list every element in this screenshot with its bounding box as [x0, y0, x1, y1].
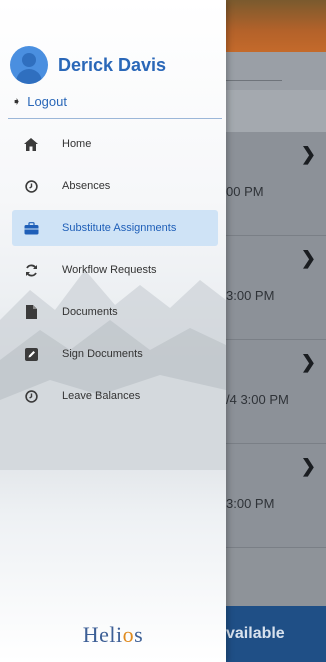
- menu-item-substitute-assignments[interactable]: Substitute Assignments: [12, 210, 218, 246]
- briefcase-icon: [22, 219, 40, 237]
- available-button: vailable: [226, 606, 326, 662]
- sign-out-icon: ➧: [12, 96, 22, 108]
- menu-item-workflow-requests[interactable]: Workflow Requests: [12, 252, 218, 288]
- assignment-card: /4 3:00 PM ❯: [226, 340, 326, 444]
- chevron-right-icon: ❯: [300, 456, 316, 476]
- menu-item-label: Sign Documents: [62, 348, 143, 360]
- edit-icon: [22, 345, 40, 363]
- assignment-time: 00 PM: [226, 184, 264, 199]
- clock-icon: [22, 177, 40, 195]
- user-profile: Derick Davis: [10, 44, 166, 86]
- menu-item-leave-balances[interactable]: Leave Balances: [12, 378, 218, 414]
- logout-link[interactable]: ➧ Logout: [12, 94, 67, 109]
- menu-item-label: Documents: [62, 306, 118, 318]
- menu-item-documents[interactable]: Documents: [12, 294, 218, 330]
- divider: [8, 118, 222, 119]
- assignment-time: /4 3:00 PM: [226, 392, 289, 407]
- background-section-header: [226, 90, 326, 132]
- menu-item-label: Substitute Assignments: [62, 222, 177, 234]
- drawer-menu: Home Absences Substitute Assignments Wor…: [0, 126, 226, 420]
- menu-item-label: Workflow Requests: [62, 264, 157, 276]
- refresh-icon: [22, 261, 40, 279]
- available-button-label: vailable: [226, 625, 285, 642]
- document-icon: [22, 303, 40, 321]
- menu-item-absences[interactable]: Absences: [12, 168, 218, 204]
- logout-label: Logout: [27, 94, 67, 109]
- menu-item-sign-documents[interactable]: Sign Documents: [12, 336, 218, 372]
- assignment-card: 00 PM ❯: [226, 132, 326, 236]
- home-icon: [22, 135, 40, 153]
- navigation-drawer: Derick Davis ➧ Logout Home Absences Subs…: [0, 0, 226, 662]
- avatar-icon: [10, 46, 48, 84]
- assignment-time: 3:00 PM: [226, 288, 275, 303]
- menu-item-label: Home: [62, 138, 92, 150]
- assignment-card: 3:00 PM ❯: [226, 444, 326, 548]
- background-search-field: [226, 52, 326, 91]
- assignment-time: 3:00 PM: [226, 496, 275, 511]
- helios-logo: Helios: [82, 622, 144, 647]
- menu-item-label: Leave Balances: [62, 390, 141, 402]
- user-name: Derick Davis: [58, 54, 167, 75]
- menu-item-label: Absences: [62, 180, 111, 192]
- chevron-right-icon: ❯: [300, 352, 316, 372]
- chevron-right-icon: ❯: [300, 248, 316, 268]
- assignment-card: 3:00 PM ❯: [226, 236, 326, 340]
- clock-icon: [22, 387, 40, 405]
- chevron-right-icon: ❯: [300, 144, 316, 164]
- menu-item-home[interactable]: Home: [12, 126, 218, 162]
